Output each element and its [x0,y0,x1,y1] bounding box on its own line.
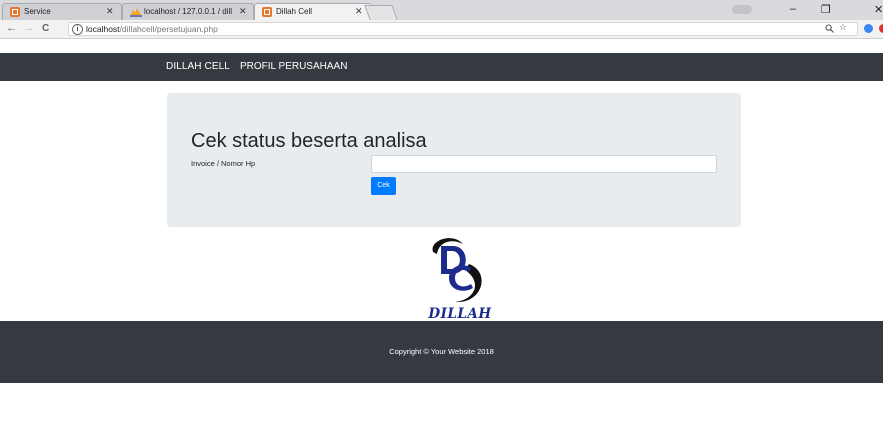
info-icon[interactable]: i [72,24,83,35]
tab-title: Dillah Cell [276,7,313,16]
dillah-cell-logo: DILLAH CELL [405,234,515,338]
site-footer: Copyright © Your Website 2018 [0,321,883,383]
tab-favicon-icon [10,7,20,17]
close-window-button[interactable]: ✕ [874,3,883,16]
tab-phpmyadmin[interactable]: localhost / 127.0.0.1 / dill ✕ [122,3,254,20]
tab-favicon-icon [262,7,272,17]
navbar-brand[interactable]: DILLAH CELL [166,61,230,72]
url-text: localhost/dillahcell/persetujuan.php [86,24,218,34]
tab-dillah-cell[interactable]: Dillah Cell ✕ [254,3,372,20]
tab-service[interactable]: Service ✕ [2,3,122,20]
back-icon[interactable]: ← [6,22,17,34]
page-title: Cek status beserta analisa [191,130,427,152]
browser-toolbar: ← → C i localhost/dillahcell/persetujuan… [0,20,883,39]
invoice-field-label: Invoice / Nomor Hp [191,159,256,168]
extension-icon[interactable] [879,24,883,33]
copyright-text: Copyright © Your Website 2018 [389,347,494,356]
tab-title: localhost / 127.0.0.1 / dill [144,7,233,16]
nav-link-profil-perusahaan[interactable]: PROFIL PERUSAHAAN [240,61,347,72]
close-icon[interactable]: ✕ [355,6,363,17]
close-icon[interactable]: ✕ [239,6,247,17]
phpmyadmin-favicon-icon [130,7,142,17]
browser-tabstrip: Service ✕ localhost / 127.0.0.1 / dill ✕… [0,0,883,20]
extension-icon[interactable] [864,24,873,33]
address-bar[interactable]: i localhost/dillahcell/persetujuan.php ☆ [68,22,858,36]
invoice-input[interactable] [371,155,717,173]
logo-emblem-icon [432,238,482,303]
maximize-button[interactable]: ❐ [821,3,831,16]
cek-button[interactable]: Cek [371,177,396,195]
site-navbar: DILLAH CELL PROFIL PERUSAHAAN [0,53,883,81]
new-tab-button[interactable] [364,5,398,20]
status-check-panel: Cek status beserta analisa Invoice / Nom… [167,93,741,227]
forward-icon[interactable]: → [23,22,34,34]
profile-button[interactable] [732,5,752,14]
close-icon[interactable]: ✕ [106,6,114,17]
reload-icon[interactable]: C [42,23,49,34]
minimize-button[interactable]: – [790,3,796,15]
tab-title: Service [24,7,51,16]
zoom-icon[interactable] [825,24,834,35]
star-icon[interactable]: ☆ [839,22,847,33]
